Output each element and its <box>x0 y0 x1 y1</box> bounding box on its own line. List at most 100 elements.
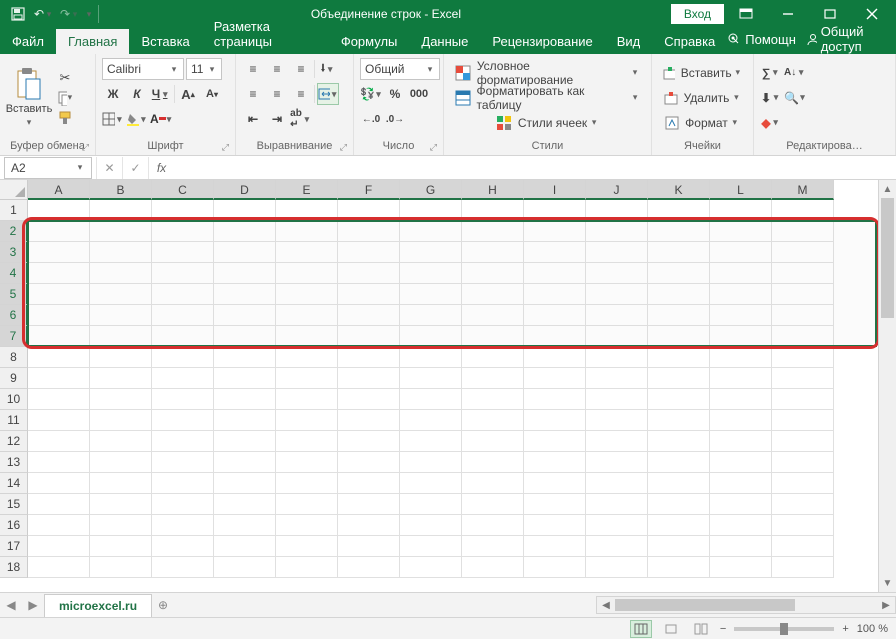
tab-review[interactable]: Рецензирование <box>480 29 604 54</box>
row-header[interactable]: 15 <box>0 494 28 515</box>
tab-view[interactable]: Вид <box>605 29 653 54</box>
row-header[interactable]: 9 <box>0 368 28 389</box>
tell-me[interactable]: Помощн <box>727 32 796 47</box>
enter-formula[interactable]: ✓ <box>122 157 148 179</box>
bold-button[interactable]: Ж <box>102 83 124 105</box>
next-sheet[interactable]: ▶ <box>22 594 44 616</box>
col-header[interactable]: I <box>524 180 586 200</box>
cell-styles-button[interactable]: Стили ячеек▾ <box>450 112 645 134</box>
number-format-combo[interactable]: Общий▾ <box>360 58 440 80</box>
zoom-in[interactable]: + <box>842 623 848 635</box>
scroll-right[interactable]: ▶ <box>877 600 895 611</box>
page-layout-view[interactable] <box>660 620 682 638</box>
increase-indent[interactable]: ⇥ <box>266 108 288 130</box>
number-launcher[interactable]: ⤢ <box>430 142 437 153</box>
tab-data[interactable]: Данные <box>409 29 480 54</box>
zoom-out[interactable]: − <box>720 623 726 635</box>
comma-button[interactable]: 000 <box>408 83 430 105</box>
zoom-level[interactable]: 100 % <box>857 623 888 635</box>
font-name-combo[interactable]: Calibri▾ <box>102 58 184 80</box>
login-button[interactable]: Вход <box>671 4 724 24</box>
vscroll-thumb[interactable] <box>881 198 894 318</box>
shrink-font-button[interactable]: A▾ <box>201 83 223 105</box>
fx-button[interactable]: fx <box>148 157 174 179</box>
col-header[interactable]: A <box>28 180 90 200</box>
row-header[interactable]: 16 <box>0 515 28 536</box>
paste-button[interactable]: Вставить▾ <box>6 58 52 137</box>
row-header[interactable]: 4 <box>0 263 28 284</box>
format-cells-button[interactable]: Формат▾ <box>658 112 747 134</box>
grow-font-button[interactable]: A▴ <box>177 83 199 105</box>
row-header[interactable]: 11 <box>0 410 28 431</box>
col-header[interactable]: B <box>90 180 152 200</box>
row-header[interactable]: 6 <box>0 305 28 326</box>
format-painter-button[interactable] <box>56 109 74 127</box>
cond-format-button[interactable]: Условное форматирование▾ <box>450 62 645 84</box>
row-header[interactable]: 12 <box>0 431 28 452</box>
align-right[interactable]: ≡ <box>290 83 312 105</box>
decrease-indent[interactable]: ⇤ <box>242 108 264 130</box>
fill-color-button[interactable]: ▾ <box>126 108 148 130</box>
zoom-slider[interactable] <box>734 627 834 631</box>
sort-filter-button[interactable]: A↓▾ <box>784 62 806 84</box>
prev-sheet[interactable]: ◀ <box>0 594 22 616</box>
tab-home[interactable]: Главная <box>56 29 129 54</box>
tab-help[interactable]: Справка <box>652 29 727 54</box>
row-header[interactable]: 8 <box>0 347 28 368</box>
cut-button[interactable]: ✂ <box>56 69 74 87</box>
tab-layout[interactable]: Разметка страницы <box>202 14 329 54</box>
align-center[interactable]: ≡ <box>266 83 288 105</box>
align-top[interactable]: ≡ <box>242 58 264 80</box>
row-header[interactable]: 7 <box>0 326 28 347</box>
scroll-down[interactable]: ▼ <box>879 574 896 592</box>
cancel-formula[interactable]: ✕ <box>96 157 122 179</box>
scroll-up[interactable]: ▲ <box>879 180 896 198</box>
select-all-corner[interactable] <box>0 180 28 200</box>
clear-button[interactable]: ◆▾ <box>760 112 782 134</box>
align-middle[interactable]: ≡ <box>266 58 288 80</box>
share-button[interactable]: Общий доступ <box>806 24 888 54</box>
row-header[interactable]: 17 <box>0 536 28 557</box>
font-size-combo[interactable]: 11▾ <box>186 58 222 80</box>
sheet-tab[interactable]: microexcel.ru <box>44 594 152 617</box>
autosum-button[interactable]: ∑▾ <box>760 62 782 84</box>
clipboard-launcher[interactable]: ⤢ <box>82 142 89 153</box>
insert-cells-button[interactable]: Вставить▾ <box>658 62 747 84</box>
col-header[interactable]: H <box>462 180 524 200</box>
page-break-view[interactable] <box>690 620 712 638</box>
undo-button[interactable]: ↶▾ <box>32 2 56 26</box>
align-bottom[interactable]: ≡ <box>290 58 312 80</box>
currency-button[interactable]: 💱▾ <box>360 83 382 105</box>
col-header[interactable]: F <box>338 180 400 200</box>
align-launcher[interactable]: ⤢ <box>340 142 347 153</box>
decrease-decimal[interactable]: .0→ <box>384 108 406 130</box>
fill-button[interactable]: ⬇▾ <box>760 87 782 109</box>
row-header[interactable]: 14 <box>0 473 28 494</box>
col-header[interactable]: G <box>400 180 462 200</box>
orientation-button[interactable]: ⭭▾ <box>317 58 339 80</box>
tab-insert[interactable]: Вставка <box>129 29 201 54</box>
row-header[interactable]: 2 <box>0 221 28 242</box>
normal-view[interactable] <box>630 620 652 638</box>
col-header[interactable]: C <box>152 180 214 200</box>
font-launcher[interactable]: ⤢ <box>222 142 229 153</box>
row-header[interactable]: 18 <box>0 557 28 578</box>
align-left[interactable]: ≡ <box>242 83 264 105</box>
col-header[interactable]: M <box>772 180 834 200</box>
format-table-button[interactable]: Форматировать как таблицу▾ <box>450 87 645 109</box>
col-header[interactable]: K <box>648 180 710 200</box>
increase-decimal[interactable]: ←.0 <box>360 108 382 130</box>
row-header[interactable]: 3 <box>0 242 28 263</box>
merge-button[interactable]: ▾ <box>317 83 339 105</box>
wrap-text[interactable]: ab↵▾ <box>290 108 312 130</box>
borders-button[interactable]: ▾ <box>102 108 124 130</box>
row-header[interactable]: 5 <box>0 284 28 305</box>
redo-button[interactable]: ↷▾ <box>58 2 82 26</box>
col-header[interactable]: E <box>276 180 338 200</box>
font-color-button[interactable]: A▾ <box>150 108 172 130</box>
col-header[interactable]: L <box>710 180 772 200</box>
row-header[interactable]: 13 <box>0 452 28 473</box>
row-header[interactable]: 1 <box>0 200 28 221</box>
save-button[interactable] <box>6 2 30 26</box>
tab-file[interactable]: Файл <box>0 29 56 54</box>
